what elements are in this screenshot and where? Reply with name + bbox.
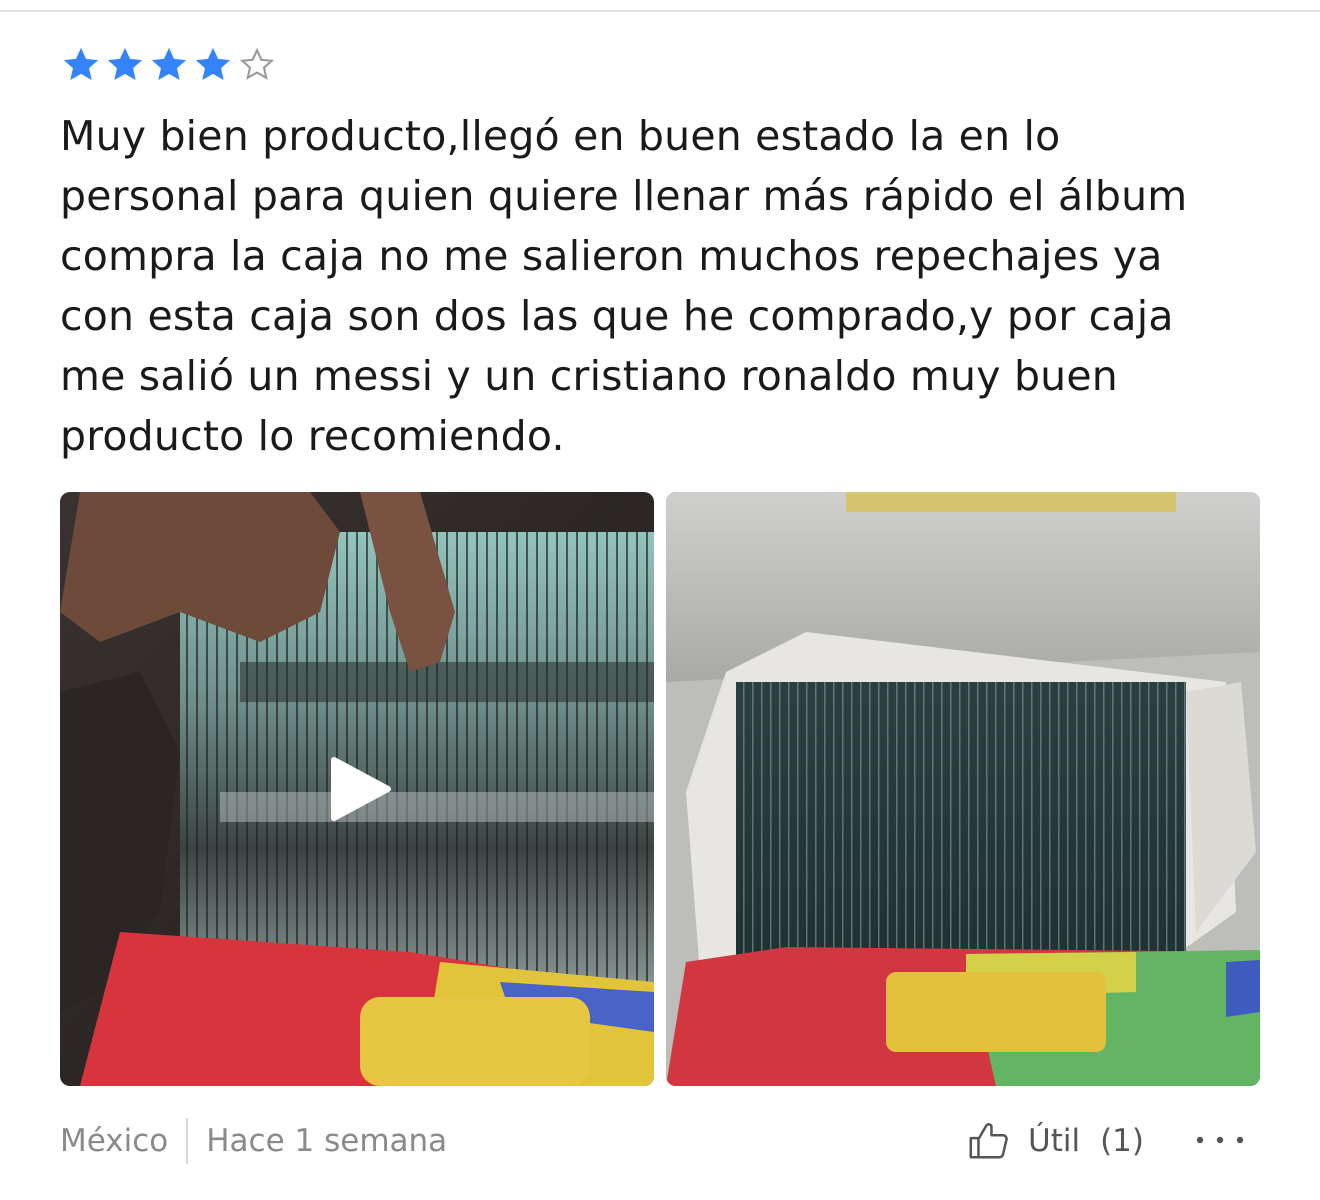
- star-icon: [63, 47, 99, 81]
- helpful-button[interactable]: Útil (1): [966, 1112, 1144, 1170]
- footer-divider: [186, 1118, 189, 1164]
- star-icon: [151, 47, 187, 81]
- review-photo-image: [666, 492, 1260, 1086]
- review-country: México: [60, 1123, 169, 1159]
- review-footer: México Hace 1 semana Útil (1): [60, 1112, 1260, 1170]
- review-media-gallery: [60, 492, 1260, 1086]
- play-icon[interactable]: [324, 754, 394, 824]
- star-empty-icon: [239, 47, 275, 80]
- review-video-thumbnail[interactable]: [60, 492, 654, 1086]
- star-icon: [107, 47, 143, 81]
- thumbs-up-icon: [969, 1123, 1008, 1159]
- review-card: Muy bien producto,llegó en buen estado l…: [60, 40, 1260, 466]
- star-icon: [195, 47, 231, 81]
- top-divider: [0, 10, 1320, 12]
- review-date: Hace 1 semana: [206, 1123, 448, 1159]
- star-rating: [60, 40, 1260, 90]
- helpful-label: Útil: [1028, 1123, 1081, 1159]
- more-options-icon[interactable]: [1192, 1120, 1248, 1160]
- helpful-count: (1): [1100, 1123, 1144, 1159]
- review-photo[interactable]: [666, 492, 1260, 1086]
- review-text: Muy bien producto,llegó en buen estado l…: [60, 112, 1188, 460]
